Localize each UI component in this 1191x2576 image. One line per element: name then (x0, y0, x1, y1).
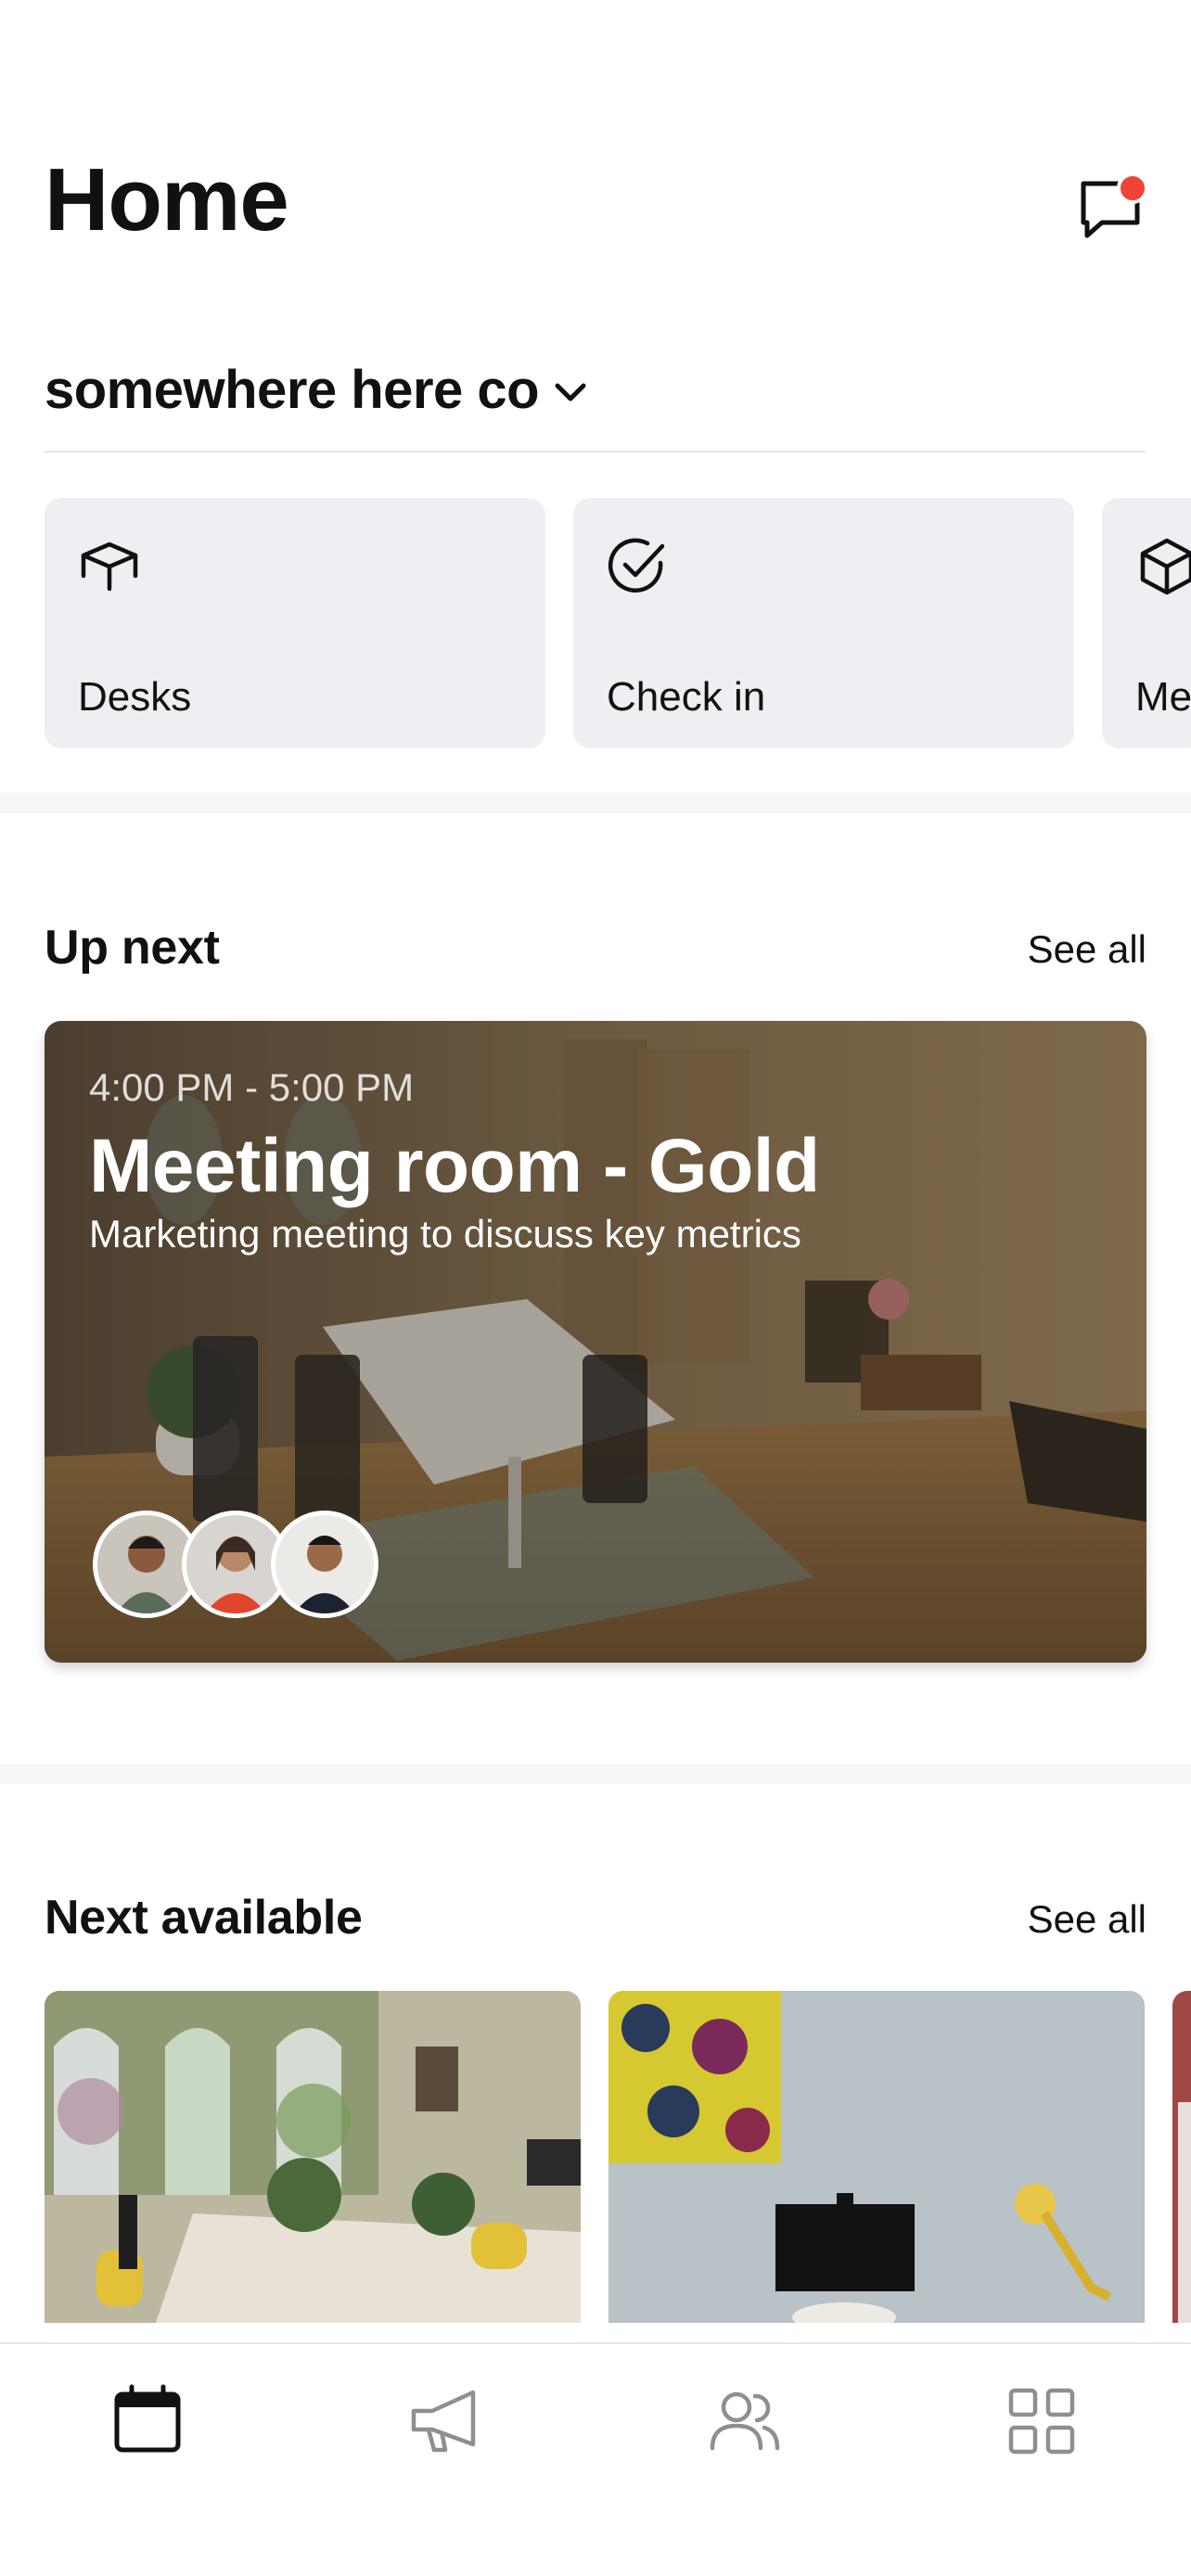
header: Home (0, 0, 1191, 278)
megaphone-icon (411, 2390, 476, 2453)
space-photo (45, 1991, 581, 2323)
tab-people[interactable] (703, 2379, 787, 2463)
quick-actions: Desks Check in Me (45, 498, 1191, 748)
people-icon (710, 2391, 780, 2451)
desk-box-icon (81, 542, 138, 592)
section-separator (0, 1764, 1191, 1784)
tile-label: Desks (78, 674, 192, 720)
grid-icon (1008, 2388, 1075, 2455)
space-photo (608, 1991, 1145, 2323)
tile-label: Check in (607, 674, 766, 720)
check-in-tile[interactable]: Check in (573, 498, 1074, 748)
chevron-down-icon (555, 383, 586, 402)
org-selector[interactable]: somewhere here co (45, 352, 589, 427)
tile-label: Me (1135, 674, 1191, 720)
meeting-rooms-tile[interactable]: Me (1102, 498, 1191, 748)
available-spaces-carousel (45, 1991, 1191, 2323)
booking-time: 4:00 PM - 5:00 PM (89, 1065, 415, 1109)
tab-announcements[interactable] (404, 2379, 488, 2463)
available-space-card[interactable] (1172, 1991, 1191, 2323)
check-circle-icon (608, 538, 665, 593)
booking-room: Meeting room - Gold (89, 1124, 820, 1208)
next-available-see-all-link[interactable]: See all (1028, 1897, 1146, 1942)
up-next-title: Up next (45, 921, 220, 975)
section-separator (0, 793, 1191, 813)
desks-tile[interactable]: Desks (45, 498, 545, 748)
available-space-card[interactable] (608, 1991, 1145, 2323)
org-name: somewhere here co (45, 359, 540, 420)
cube-icon (1140, 538, 1191, 595)
up-next-see-all-link[interactable]: See all (1028, 927, 1146, 972)
divider (45, 451, 1146, 453)
booking-description: Marketing meeting to discuss key metrics (89, 1212, 801, 1256)
calendar-icon (114, 2384, 181, 2453)
tab-bar (0, 2342, 1191, 2576)
upcoming-booking-card[interactable]: 4:00 PM - 5:00 PM Meeting room - Gold Ma… (45, 1021, 1146, 1663)
space-photo (1172, 1991, 1191, 2323)
avatar (271, 1511, 378, 1618)
attendee-avatars (93, 1511, 390, 1622)
next-available-title: Next available (45, 1891, 363, 1945)
notification-dot (1117, 172, 1148, 204)
page-title: Home (45, 150, 289, 249)
available-space-card[interactable] (45, 1991, 581, 2323)
tab-more[interactable] (1000, 2379, 1083, 2463)
tab-calendar[interactable] (106, 2379, 189, 2463)
